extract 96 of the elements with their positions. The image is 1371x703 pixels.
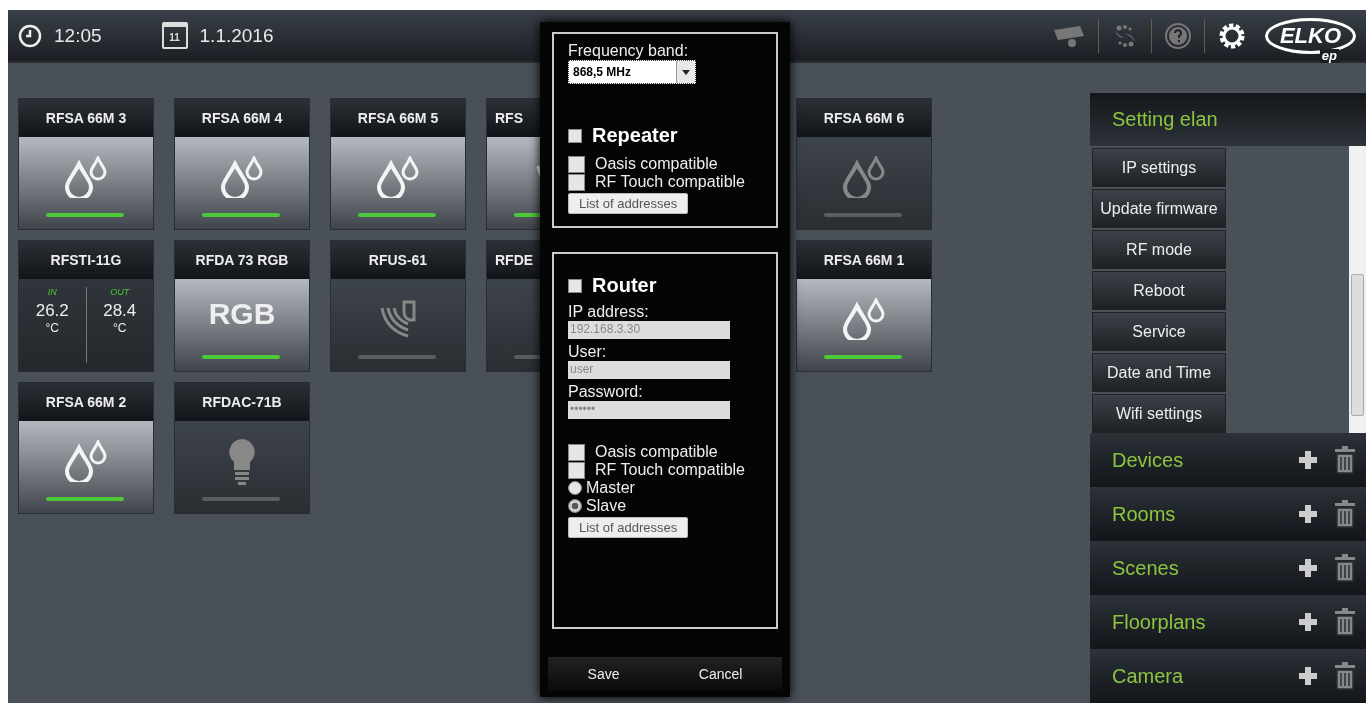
water-drops-icon (375, 156, 421, 198)
plus-icon[interactable] (1296, 556, 1320, 580)
checkbox[interactable] (568, 173, 585, 191)
trash-icon[interactable] (1334, 662, 1356, 690)
section-header[interactable]: Rooms (1090, 487, 1366, 541)
tile-title: RFSA 66M 5 (331, 99, 465, 137)
section-header[interactable]: Devices (1090, 433, 1366, 487)
section-title: Camera (1112, 664, 1185, 688)
frequency-select[interactable]: 868,5 MHz (568, 60, 696, 84)
field-label: User: (568, 343, 607, 361)
clock-icon (18, 23, 42, 48)
checkbox[interactable] (568, 155, 585, 173)
temperature-value: 28.4 (103, 301, 137, 321)
section-header[interactable]: Camera (1090, 649, 1366, 703)
field-label: Password: (568, 383, 643, 401)
device-tile[interactable]: RFSA 66M 5 (330, 98, 466, 230)
out-label: OUT (110, 287, 130, 297)
tile-title: RFSTI-11G (19, 241, 153, 279)
unit-label: °C (113, 321, 127, 335)
plus-icon[interactable] (1296, 664, 1320, 688)
menu-item[interactable]: RF mode (1092, 230, 1226, 269)
device-tile[interactable]: RFSA 66M 6 (796, 98, 932, 230)
section-title: Floorplans (1112, 610, 1207, 634)
trash-icon[interactable] (1334, 446, 1356, 474)
checkbox[interactable] (568, 461, 585, 479)
water-drops-icon (841, 298, 887, 340)
device-tile[interactable]: RFSA 66M 1 (796, 240, 932, 372)
tile-title: RFUS-61 (331, 241, 465, 279)
device-tile[interactable]: RFDAC-71B (174, 382, 310, 514)
water-drops-icon (63, 440, 109, 482)
list-button[interactable]: List of addresses (568, 517, 689, 538)
logo-subtext: ep (1319, 48, 1339, 63)
menu-item[interactable]: Date and Time (1092, 353, 1226, 392)
tile-title: RFSA 66M 1 (797, 241, 931, 279)
date-label: 1.1.2016 (199, 24, 274, 47)
checkbox[interactable] (568, 443, 585, 461)
water-drops-icon (841, 156, 887, 198)
device-tile[interactable]: RFSA 66M 4 (174, 98, 310, 230)
plus-icon[interactable] (1296, 502, 1320, 526)
trash-icon[interactable] (1334, 608, 1356, 636)
logo-text: ELKO (1279, 22, 1341, 48)
list-button[interactable]: List of addresses (568, 193, 689, 214)
cancel-button[interactable]: Cancel (688, 660, 753, 688)
device-tile[interactable]: RFUS-61 (330, 240, 466, 372)
tile-title: RFSA 66M 3 (19, 99, 153, 137)
device-tile[interactable]: RFDA 73 RGB RGB (174, 240, 310, 372)
option-label: Oasis compatible (595, 155, 718, 173)
sidebar-title: Setting elan (1112, 108, 1218, 131)
option-label: RF Touch compatible (595, 461, 745, 479)
menu-item[interactable]: Update firmware (1092, 189, 1226, 228)
section-title: Scenes (1112, 556, 1180, 580)
section-title: Rooms (1112, 502, 1177, 526)
tile-title: RFDA 73 RGB (175, 241, 309, 279)
plus-icon[interactable] (1296, 448, 1320, 472)
help-icon[interactable] (1163, 21, 1192, 50)
signal-waves-icon (378, 298, 418, 340)
time-label: 12:05 (54, 24, 102, 47)
calendar-day: 11 (169, 31, 180, 43)
tile-title: RFSA 66M 6 (797, 99, 931, 137)
water-drops-icon (63, 156, 109, 198)
menu-item[interactable]: Reboot (1092, 271, 1226, 310)
tile-title: RFSA 66M 2 (19, 383, 153, 421)
radio-button[interactable] (568, 481, 582, 495)
checkbox[interactable] (568, 128, 582, 143)
option-label: Slave (586, 497, 627, 515)
in-label: IN (47, 287, 57, 297)
option-label: Master (586, 479, 635, 497)
menu-item[interactable]: Service (1092, 312, 1226, 351)
section-header[interactable]: Scenes (1090, 541, 1366, 595)
field-label: IP address: (568, 303, 649, 321)
device-tile[interactable]: RFSA 66M 2 (18, 382, 154, 514)
light-bulb-icon (227, 437, 257, 485)
plus-icon[interactable] (1296, 610, 1320, 634)
save-button[interactable]: Save (577, 660, 630, 688)
radio-button[interactable] (568, 499, 582, 513)
field-label: Frequency band: (568, 42, 689, 60)
section-title: Devices (1112, 448, 1185, 472)
option-label: Oasis compatible (595, 443, 718, 461)
caret-icon (682, 69, 690, 75)
section-header[interactable]: Floorplans (1090, 595, 1366, 649)
tile-title: RFSA 66M 4 (175, 99, 309, 137)
scroll-thumb[interactable] (1351, 274, 1364, 416)
trash-icon[interactable] (1334, 554, 1356, 582)
menu-item[interactable]: IP settings (1092, 148, 1226, 187)
option-label: RF Touch compatible (595, 173, 745, 191)
unit-label: °C (45, 321, 59, 335)
trash-icon[interactable] (1334, 500, 1356, 528)
checkbox[interactable] (568, 278, 582, 293)
temperature-value: 26.2 (35, 301, 69, 321)
tile-title: RFDAC-71B (175, 383, 309, 421)
device-tile[interactable]: RFSA 66M 3 (18, 98, 154, 230)
menu-item[interactable]: Wifi settings (1092, 394, 1226, 433)
device-tile[interactable]: RFSTI-11G IN 26.2 °C OUT 28.4 °C (18, 240, 154, 372)
camera-icon[interactable] (1051, 23, 1086, 48)
water-drops-icon (219, 156, 265, 198)
rgb-label: RGB (208, 297, 276, 331)
